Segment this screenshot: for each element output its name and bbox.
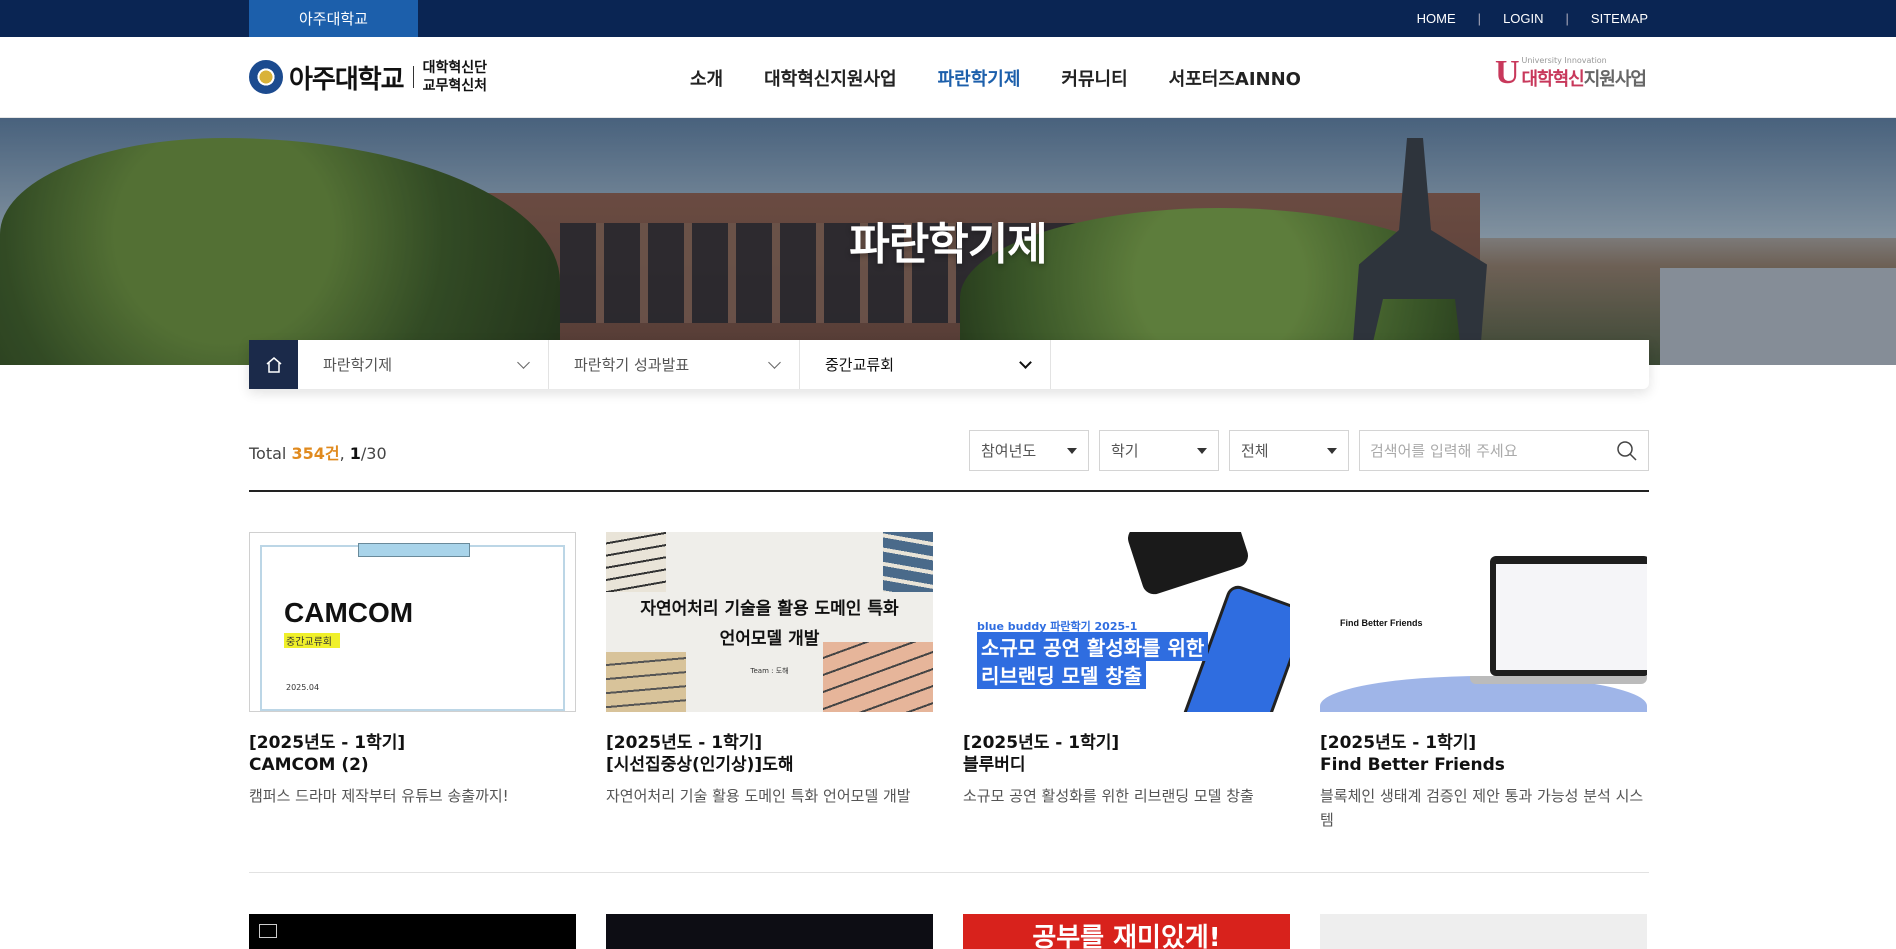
divider: | xyxy=(1477,11,1482,26)
innovation-u-icon: U xyxy=(1494,54,1520,91)
chevron-down-icon xyxy=(517,355,530,369)
location-breadcrumb: 파란학기제 파란학기 성과발표 중간교류회 xyxy=(249,340,1649,389)
caret-down-icon xyxy=(1327,447,1337,454)
logo-divider xyxy=(412,66,414,88)
thumb-heading: Find Better Friends xyxy=(1340,618,1423,628)
current-page: 1 xyxy=(349,444,361,463)
nav-item-intro[interactable]: 소개 xyxy=(690,65,723,91)
card-description: 캠퍼스 드라마 제작부터 유튜브 송출까지! xyxy=(249,787,509,805)
year-filter-select[interactable]: 참여년도 xyxy=(969,430,1089,471)
card-thumbnail[interactable]: Find Better Friends xyxy=(1320,532,1647,712)
search-icon[interactable] xyxy=(1616,440,1638,462)
thumb-heading-2: 언어모델 개발 xyxy=(719,629,820,649)
nav-item-innovation-support[interactable]: 대학혁신지원사업 xyxy=(764,65,896,91)
search-box xyxy=(1359,430,1649,471)
university-tab[interactable]: 아주대학교 xyxy=(249,0,418,37)
card-title[interactable]: [시선집중상(인기상)]도해 xyxy=(606,754,933,776)
nav-item-supporters[interactable]: 서포터즈AINNO xyxy=(1169,65,1301,91)
thumb-heading: 소규모 공연 활성화를 위한 xyxy=(977,632,1209,661)
top-utility-bar: 아주대학교 HOME | LOGIN | SITEMAP xyxy=(0,0,1896,37)
card-thumbnail[interactable] xyxy=(1320,914,1647,949)
project-card[interactable]: 자연어처리 기술을 활용 도메인 특화 언어모델 개발 Team : 도해 [2… xyxy=(606,532,933,832)
utility-links: HOME | LOGIN | SITEMAP xyxy=(1417,0,1648,37)
card-title[interactable]: 블루버디 xyxy=(963,754,1290,776)
caret-down-icon xyxy=(1197,447,1207,454)
caret-down-icon xyxy=(1067,447,1077,454)
breadcrumb-level1-label: 파란학기제 xyxy=(323,356,393,374)
card-thumbnail[interactable]: CAMCOM 중간교류회 2025.04 xyxy=(249,532,576,712)
card-thumbnail[interactable] xyxy=(249,914,576,949)
project-card-list: CAMCOM 중간교류회 2025.04 [2025년도 - 1학기] CAMC… xyxy=(249,532,1649,832)
project-card[interactable]: blue buddy 파란학기 2025-1 소규모 공연 활성화를 위한 리브… xyxy=(963,532,1290,832)
partner-gray-text: 지원사업 xyxy=(1583,68,1647,90)
row-divider xyxy=(249,872,1649,873)
hero-banner: 파란학기제 xyxy=(0,118,1896,365)
thumb-heading-2: 리브랜딩 모델 창출 xyxy=(977,660,1147,689)
breadcrumb-select-level2[interactable]: 파란학기 성과발표 xyxy=(549,340,800,389)
list-top-rule xyxy=(249,490,1649,492)
nav-item-community[interactable]: 커뮤니티 xyxy=(1061,65,1127,91)
divider: | xyxy=(1565,11,1569,26)
card-thumbnail[interactable]: blue buddy 파란학기 2025-1 소규모 공연 활성화를 위한 리브… xyxy=(963,532,1290,712)
chevron-down-icon xyxy=(1019,355,1032,369)
total-count-value: 354건 xyxy=(291,444,340,463)
home-button[interactable] xyxy=(249,340,298,389)
sitemap-link[interactable]: SITEMAP xyxy=(1591,11,1648,26)
site-header: 아주대학교 대학혁신단 교무혁신처 소개 대학혁신지원사업 파란학기제 커뮤니티… xyxy=(0,37,1896,118)
project-card[interactable]: CAMCOM 중간교류회 2025.04 [2025년도 - 1학기] CAMC… xyxy=(249,532,576,832)
logo-sub-line-2: 교무혁신처 xyxy=(422,78,488,94)
breadcrumb-level2-label: 파란학기 성과발표 xyxy=(574,356,690,374)
breadcrumb-level3-label: 중간교류회 xyxy=(825,356,895,374)
home-link[interactable]: HOME xyxy=(1417,11,1456,26)
thumb-date: 2025.04 xyxy=(286,683,320,692)
card-category: [2025년도 - 1학기] xyxy=(1320,733,1477,753)
card-description: 소규모 공연 활성화를 위한 리브랜딩 모델 창출 xyxy=(963,787,1254,805)
total-pages: /30 xyxy=(360,444,387,463)
scope-filter-select[interactable]: 전체 xyxy=(1229,430,1349,471)
card-title[interactable]: CAMCOM (2) xyxy=(249,754,576,776)
home-icon xyxy=(266,356,281,373)
card-category: [2025년도 - 1학기] xyxy=(963,733,1120,753)
card-thumbnail[interactable] xyxy=(606,914,933,949)
card-thumbnail[interactable]: 공부를 재미있게! xyxy=(963,914,1290,949)
card-category: [2025년도 - 1학기] xyxy=(606,733,763,753)
login-link[interactable]: LOGIN xyxy=(1503,11,1543,26)
thumb-team: Team : 도해 xyxy=(750,667,789,675)
thumb-heading: CAMCOM xyxy=(284,597,414,628)
breadcrumb-select-level1[interactable]: 파란학기제 xyxy=(298,340,549,389)
semester-filter-select[interactable]: 학기 xyxy=(1099,430,1219,471)
card-description: 자연어처리 기술 활용 도메인 특화 언어모델 개발 xyxy=(606,787,911,805)
partner-red-text: 대학혁신 xyxy=(1521,68,1585,90)
thumb-heading: 공부를 재미있게! xyxy=(1032,923,1221,949)
list-toolbar: Total 354건, 1/30 참여년도 학기 전체 xyxy=(249,428,1649,471)
card-title[interactable]: Find Better Friends xyxy=(1320,754,1647,776)
main-nav: 소개 대학혁신지원사업 파란학기제 커뮤니티 서포터즈AINNO xyxy=(690,37,1342,118)
card-description: 블록체인 생태계 검증인 제안 통과 가능성 분석 시스템 xyxy=(1320,787,1644,829)
card-category: [2025년도 - 1학기] xyxy=(249,733,406,753)
logo-sub-line-1: 대학혁신단 xyxy=(422,60,488,76)
card-thumbnail[interactable]: 자연어처리 기술을 활용 도메인 특화 언어모델 개발 Team : 도해 xyxy=(606,532,933,712)
partner-small-text: University Innovation xyxy=(1521,55,1607,65)
site-logo[interactable]: 아주대학교 대학혁신단 교무혁신처 xyxy=(249,57,487,97)
innovation-support-logo[interactable]: U University Innovation 대학혁신지원사업 xyxy=(1494,53,1647,93)
total-count: Total 354건, 1/30 xyxy=(249,444,387,463)
tv-icon xyxy=(259,924,277,938)
project-card-row-2: 공부를 재미있게! xyxy=(249,914,1649,949)
filter-group: 참여년도 학기 전체 xyxy=(969,430,1649,471)
university-emblem-icon xyxy=(249,60,283,94)
thumb-heading: 자연어처리 기술을 활용 도메인 특화 xyxy=(640,599,899,619)
thumb-tag: 중간교류회 xyxy=(284,633,340,648)
search-input[interactable] xyxy=(1370,441,1616,460)
page-title: 파란학기제 xyxy=(849,219,1047,270)
nav-item-paran-semester[interactable]: 파란학기제 xyxy=(938,65,1021,91)
logo-subtitle: 대학혁신단 교무혁신처 xyxy=(423,59,487,95)
project-card[interactable]: Find Better Friends [2025년도 - 1학기] Find … xyxy=(1320,532,1647,832)
chevron-down-icon xyxy=(768,355,781,369)
logo-name: 아주대학교 xyxy=(289,64,405,95)
breadcrumb-select-level3[interactable]: 중간교류회 xyxy=(800,340,1051,389)
